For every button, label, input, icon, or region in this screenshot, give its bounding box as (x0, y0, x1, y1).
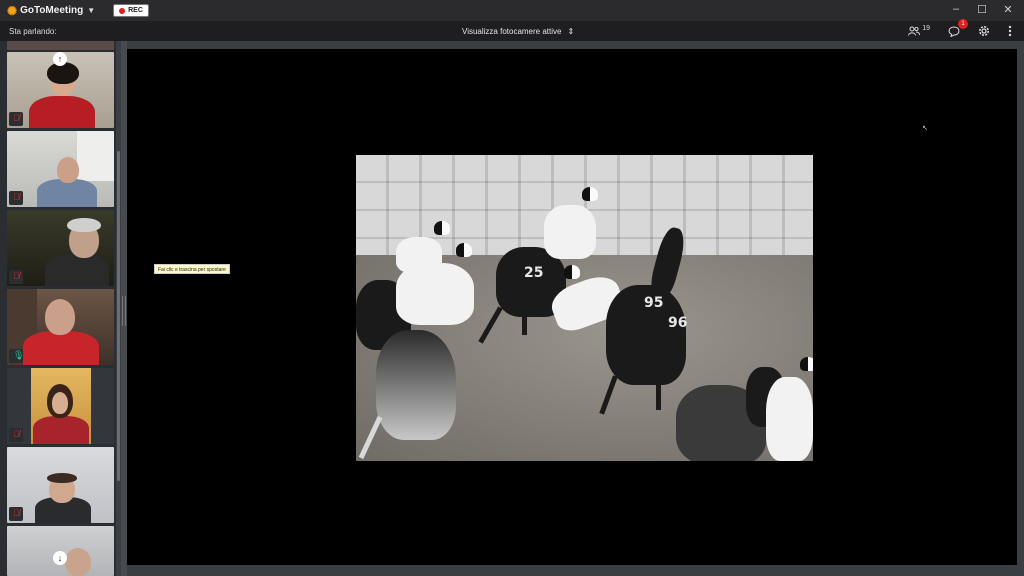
chat-unread-badge: 1 (958, 18, 968, 29)
mouse-cursor-icon: ↖ (922, 125, 928, 132)
participant-tile[interactable]: 🎙̸ (7, 131, 114, 207)
mic-status: 🎙̸ (9, 112, 23, 126)
window-controls: – ☐ ✕ (950, 3, 1014, 16)
mic-status: 🎙̸ (9, 507, 23, 521)
bib-number: 25 (524, 265, 544, 281)
gear-icon (979, 26, 989, 36)
app-menu-button[interactable]: ✺ GoToMeeting ▼ (7, 5, 95, 17)
mic-muted-icon: 🎙̸ (13, 113, 20, 123)
title-bar: ✺ GoToMeeting ▼ REC – ☐ ✕ (0, 0, 1024, 21)
meeting-toolbar: Sta parlando: Visualizza fotocamere atti… (0, 18, 1024, 41)
attendee-count: 19 (922, 24, 930, 32)
speaking-label: Sta parlando: (9, 26, 57, 36)
participant-sidebar[interactable]: 🎙̸ ↑ 🎙̸ 🎙̸ 🎙 🎙̸ 🎙̸ ↓ (0, 41, 121, 576)
shared-photo: 25 95 96 (356, 155, 813, 461)
stage-right-border (1017, 41, 1024, 576)
chevron-updown-icon: ⇕ (567, 26, 575, 36)
scroll-up-button[interactable]: ↑ (53, 52, 67, 66)
close-button[interactable]: ✕ (1002, 3, 1014, 16)
scroll-down-button[interactable]: ↓ (53, 551, 67, 565)
attendees-button[interactable]: 19 (908, 24, 930, 36)
more-options-button[interactable] (1008, 25, 1012, 37)
gotomeeting-flower-icon: ✺ (7, 3, 18, 18)
maximize-button[interactable]: ☐ (976, 3, 988, 16)
participant-tile[interactable] (7, 41, 114, 50)
arrow-down-icon: ↓ (57, 553, 63, 563)
participant-tile[interactable]: 🎙̸ (7, 210, 114, 286)
arrow-up-icon: ↑ (57, 54, 63, 64)
rec-label: REC (128, 7, 143, 14)
mic-status: 🎙̸ (9, 270, 23, 284)
stage-bottom-border (127, 565, 1024, 576)
participant-tile[interactable]: 🎙 (7, 289, 114, 365)
mic-muted-icon: 🎙̸ (13, 192, 20, 202)
recording-badge[interactable]: REC (113, 4, 149, 17)
bib-number: 95 (644, 295, 664, 311)
mic-icon: 🎙 (13, 350, 25, 360)
drag-tooltip: Fai clic e trascina per spostare (154, 264, 230, 274)
mic-status: 🎙 (9, 349, 25, 363)
app-name: GoToMeeting (20, 5, 84, 16)
participant-video (29, 96, 95, 128)
participant-tile[interactable]: 🎙̸ (7, 368, 114, 444)
toolbar-actions: 19 1 (908, 18, 1012, 41)
caret-down-icon: ▼ (87, 6, 96, 15)
record-dot-icon (119, 7, 126, 14)
more-vertical-icon (1008, 25, 1012, 37)
bib-number: 96 (668, 315, 688, 331)
mic-status: 🎙̸ (9, 191, 23, 205)
mic-muted-icon: 🎙̸ (13, 508, 20, 518)
camera-view-dropdown[interactable]: Visualizza fotocamere attive ⇕ (462, 27, 574, 36)
minimize-button[interactable]: – (950, 3, 962, 16)
mic-muted-icon: 🎙̸ (13, 429, 20, 439)
chat-button[interactable]: 1 (948, 18, 968, 37)
scrollbar-thumb[interactable] (117, 151, 120, 481)
settings-button[interactable] (978, 25, 990, 37)
camera-view-label: Visualizza fotocamere attive (462, 26, 562, 36)
participant-tile[interactable]: 🎙̸ (7, 447, 114, 523)
people-icon (908, 26, 921, 36)
stage-top-border (127, 41, 1024, 49)
mic-status: 🎙̸ (9, 428, 23, 442)
grip-icon (122, 296, 126, 326)
mic-muted-icon: 🎙̸ (13, 271, 20, 281)
